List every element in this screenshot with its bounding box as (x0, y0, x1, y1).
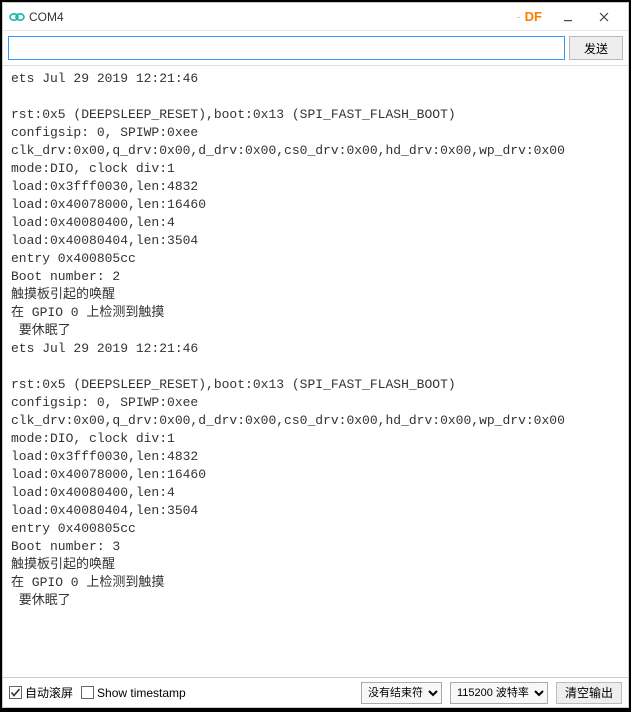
titlebar: COM4 - DF (3, 3, 628, 31)
checkbox-checked-icon (9, 686, 22, 699)
send-button[interactable]: 发送 (569, 36, 623, 60)
minimize-button[interactable] (550, 5, 586, 29)
app-icon (9, 9, 25, 25)
bottombar: 自动滚屏 Show timestamp 没有结束符 115200 波特率 清空输… (3, 677, 628, 707)
serial-monitor-window: COM4 - DF 发送 ets Jul 29 2019 12:21:46 rs… (2, 2, 629, 708)
window-title: COM4 (29, 10, 64, 24)
autoscroll-checkbox[interactable]: 自动滚屏 (9, 684, 73, 701)
line-ending-select[interactable]: 没有结束符 (361, 682, 442, 704)
input-row: 发送 (3, 31, 628, 65)
serial-input[interactable] (8, 36, 565, 60)
close-button[interactable] (586, 5, 622, 29)
clear-output-button[interactable]: 清空输出 (556, 682, 622, 704)
df-badge: - DF (516, 9, 542, 24)
console-output[interactable]: ets Jul 29 2019 12:21:46 rst:0x5 (DEEPSL… (3, 65, 628, 677)
baud-rate-select[interactable]: 115200 波特率 (450, 682, 548, 704)
checkbox-unchecked-icon (81, 686, 94, 699)
timestamp-label: Show timestamp (97, 686, 186, 700)
timestamp-checkbox[interactable]: Show timestamp (81, 686, 186, 700)
autoscroll-label: 自动滚屏 (25, 684, 73, 701)
